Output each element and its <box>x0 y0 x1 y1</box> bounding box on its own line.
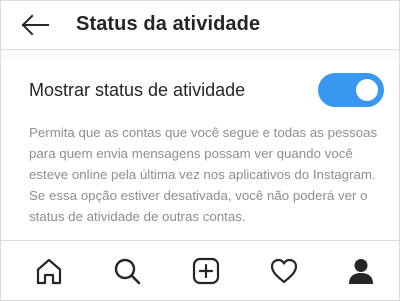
profile-icon <box>349 259 373 284</box>
section-divider <box>1 50 399 59</box>
search-icon <box>114 258 141 285</box>
activity-status-setting: Mostrar status de atividade <box>1 65 399 115</box>
top-bar: Status da atividade <box>1 1 399 50</box>
nav-activity[interactable] <box>264 251 304 291</box>
setting-description: Permita que as contas que você segue e t… <box>29 125 378 224</box>
nav-profile[interactable] <box>341 251 381 291</box>
back-button[interactable] <box>17 9 53 41</box>
nav-add-post[interactable] <box>186 251 226 291</box>
arrow-left-icon <box>21 14 49 36</box>
bottom-navigation <box>1 240 399 300</box>
home-icon <box>36 258 62 285</box>
activity-status-screen: Status da atividade Mostrar status de at… <box>0 0 400 301</box>
activity-status-toggle[interactable] <box>318 73 384 107</box>
add-post-icon <box>192 257 220 285</box>
setting-label: Mostrar status de atividade <box>29 80 246 100</box>
heart-icon <box>270 258 298 284</box>
nav-home[interactable] <box>29 251 69 291</box>
toggle-knob <box>356 79 378 101</box>
nav-search[interactable] <box>107 251 147 291</box>
page-title: Status da atividade <box>76 13 261 35</box>
